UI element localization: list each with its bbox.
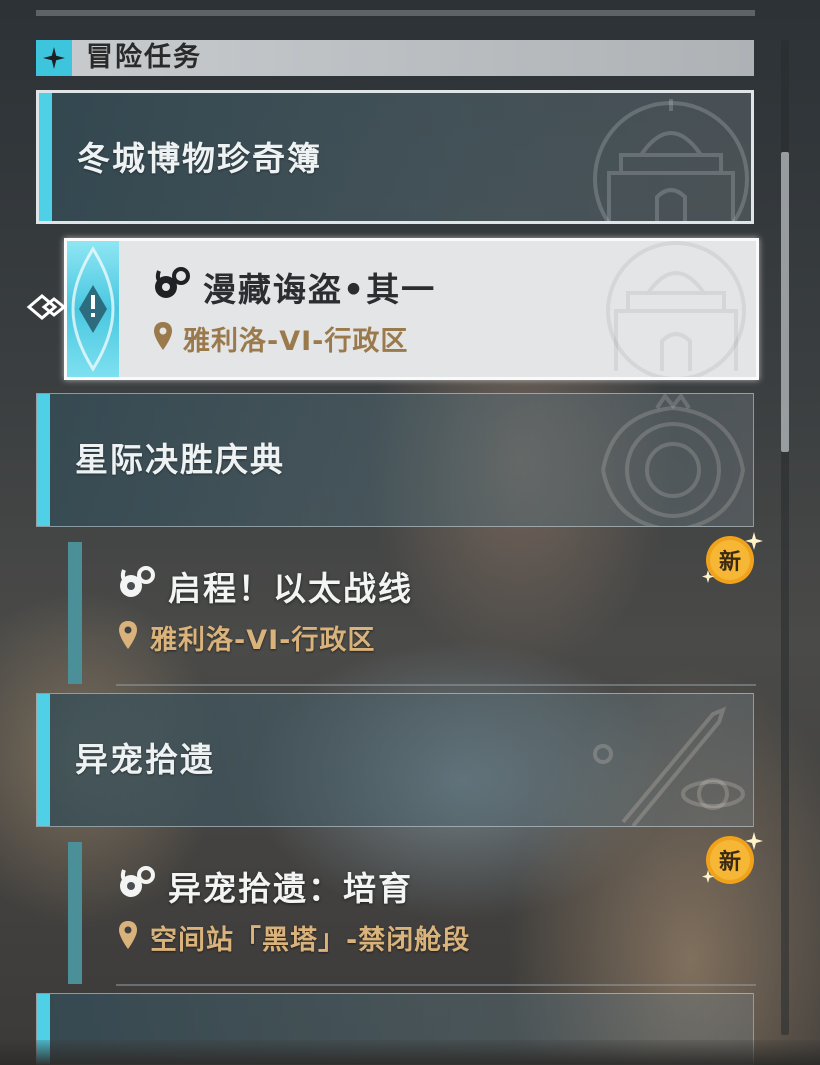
quest-divider [116, 984, 756, 986]
location-pin-icon [119, 621, 137, 649]
location-pin-icon [119, 921, 137, 949]
group-title: 冬城博物珍奇簿 [77, 139, 322, 178]
quest-title: 启程！以太战线 [168, 569, 413, 608]
scrollbar[interactable] [781, 40, 789, 1035]
group-accent [37, 394, 50, 526]
quest-location: 空间站「黑塔」-禁闭舱段 [150, 925, 471, 956]
palace-emblem-icon [606, 241, 746, 377]
quest-group-winter-museum[interactable]: 冬城博物珍奇簿 [36, 90, 754, 224]
quest-item[interactable]: 异宠拾遗：培育 空间站「黑塔」-禁闭舱段 新 [68, 832, 763, 986]
quest-bar [68, 842, 82, 984]
quest-bar [68, 542, 82, 684]
quest-item-selected[interactable]: 漫藏诲盗•其一 雅利洛-VI-行政区 [64, 238, 759, 380]
new-badge-icon: 新 [700, 530, 764, 590]
group-title: 异宠拾遗 [75, 740, 215, 779]
selection-cursor-icon [26, 294, 67, 320]
quest-group-interstellar[interactable]: 星际决胜庆典 [36, 393, 754, 527]
new-badge-label: 新 [719, 849, 741, 875]
quest-title: 漫藏诲盗•其一 [203, 270, 437, 309]
selected-strip [67, 241, 119, 377]
compass-star-icon [36, 40, 72, 76]
palace-emblem-icon [593, 99, 749, 221]
group-accent [37, 694, 50, 826]
scrollbar-thumb[interactable] [781, 152, 789, 452]
quest-group-pet[interactable]: 异宠拾遗 [36, 693, 754, 827]
new-badge-label: 新 [719, 549, 741, 575]
rocket-planet-emblem-icon [593, 706, 745, 826]
section-header: 冒险任务 [36, 40, 754, 76]
group-accent [39, 93, 52, 221]
quest-location: 雅利洛-VI-行政区 [183, 326, 409, 357]
quest-type-icon [155, 267, 190, 298]
group-title: 星际决胜庆典 [75, 440, 285, 479]
quest-divider [116, 684, 756, 686]
quest-title: 异宠拾遗：培育 [168, 869, 413, 908]
new-badge-icon: 新 [700, 830, 764, 890]
laurel-emblem-icon [601, 394, 746, 526]
bottom-fade [0, 1040, 820, 1065]
quest-type-icon [120, 866, 155, 897]
quest-item[interactable]: 启程！以太战线 雅利洛-VI-行政区 新 [68, 532, 763, 686]
quest-location: 雅利洛-VI-行政区 [150, 625, 376, 656]
top-divider [36, 10, 755, 16]
section-title: 冒险任务 [86, 42, 202, 73]
quest-type-icon [120, 566, 155, 597]
location-pin-icon [154, 322, 172, 350]
